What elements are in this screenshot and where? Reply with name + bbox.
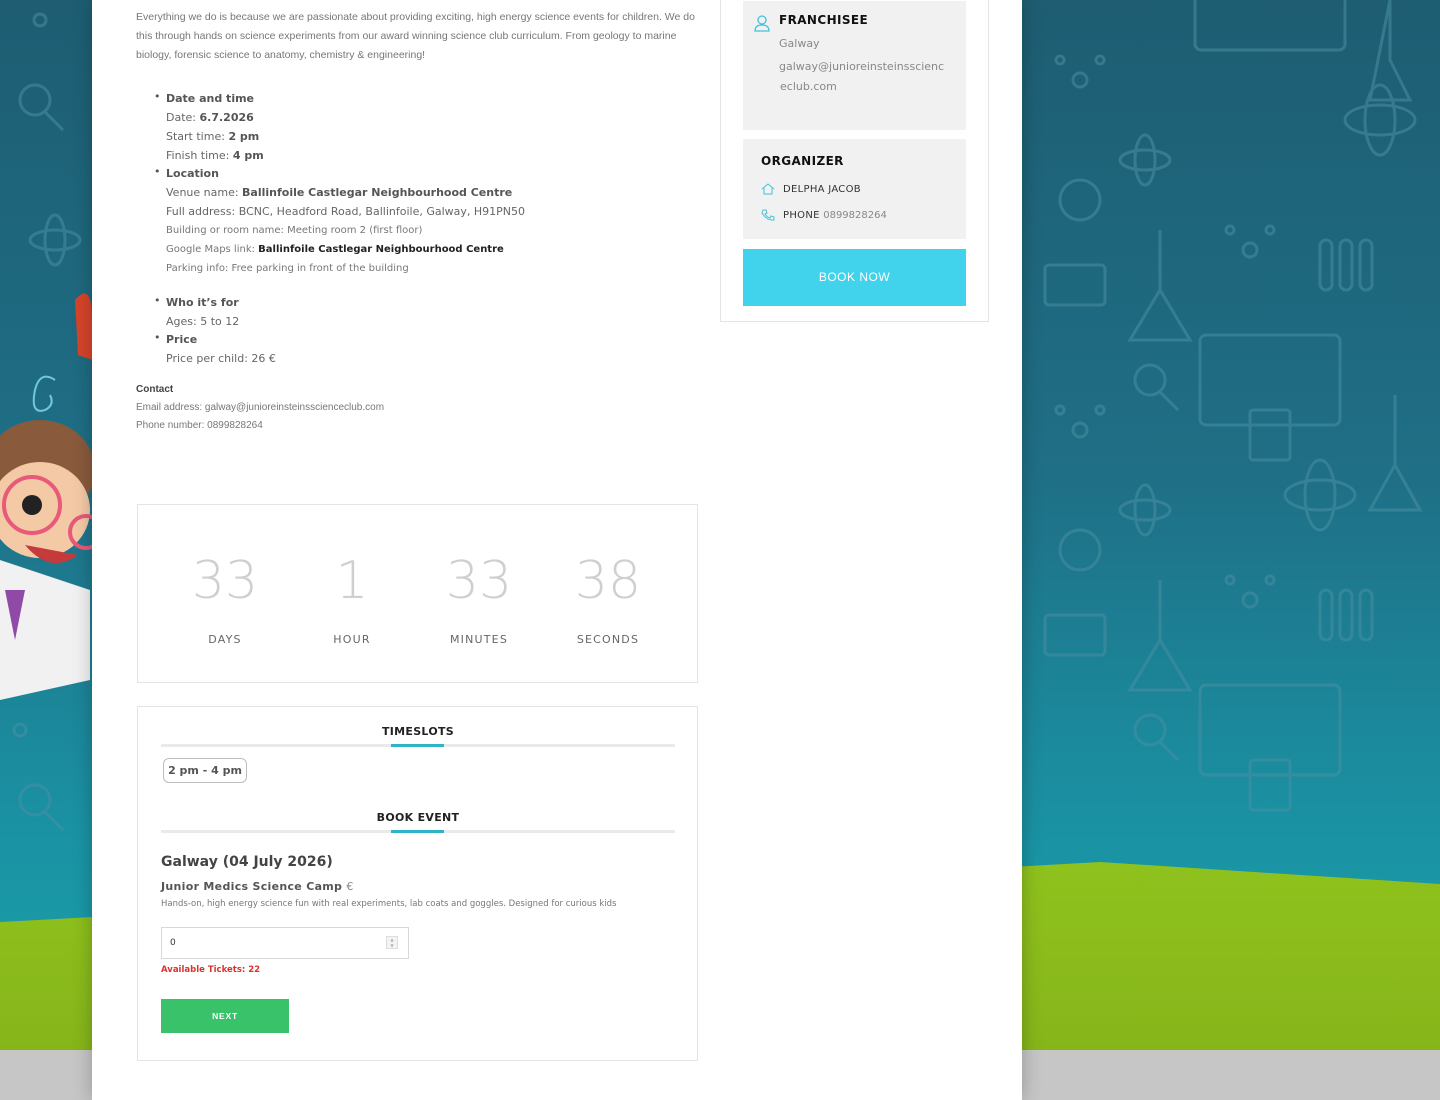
booking-panel: TIMESLOTS 2 pm - 4 pm BOOK EVENT Galway … — [137, 706, 698, 1061]
venue-value: Ballinfoile Castlegar Neighbourhood Cent… — [242, 186, 513, 199]
location-title: Location — [166, 167, 219, 180]
ticket-quantity-input[interactable]: 0 — [161, 927, 409, 959]
event-countdown: 33 DAYS 1 HOUR 33 MINUTES 38 SECONDS — [137, 504, 698, 683]
organizer-name: DELPHA JACOB — [783, 184, 861, 195]
ticket-description: Hands-on, high energy science fun with r… — [161, 899, 617, 909]
venue-label: Venue name: — [166, 186, 243, 199]
ticket-name: Junior Medics Science Camp € — [161, 880, 354, 893]
location-section: Location Venue name: Ballinfoile Castleg… — [154, 165, 674, 278]
user-icon — [754, 15, 770, 32]
timeslot-option[interactable]: 2 pm - 4 pm — [163, 758, 247, 783]
contact-email[interactable]: Email address: galway@junioreinsteinssci… — [136, 399, 384, 417]
timeslots-title: TIMESLOTS — [381, 725, 455, 738]
contact-phone[interactable]: Phone number: 0899828264 — [136, 417, 384, 435]
franchisee-email-line-2[interactable]: eclub.com — [780, 77, 837, 97]
franchisee-email-line-1[interactable]: galway@junioreinsteinsscienc — [779, 57, 944, 77]
date-value: 6.7.2026 — [199, 111, 254, 124]
organizer-title: ORGANIZER — [761, 154, 844, 168]
timeslots-divider — [161, 744, 675, 747]
parking-info: Parking info: Free parking in front of t… — [166, 263, 409, 274]
book-event-header: BOOK EVENT — [161, 811, 675, 833]
price-title: Price — [166, 333, 198, 346]
book-now-button[interactable]: BOOK NOW — [743, 249, 966, 306]
contact-title: Contact — [136, 384, 174, 395]
start-time-label: Start time: — [166, 130, 229, 143]
countdown-hours-value: 1 — [335, 551, 369, 611]
phone-label: PHONE — [783, 210, 820, 221]
book-event-title: BOOK EVENT — [376, 811, 460, 824]
book-event-divider — [161, 830, 675, 833]
franchisee-box: FRANCHISEE Galway galway@junioreinsteins… — [743, 1, 966, 130]
franchisee-city: Galway — [779, 37, 820, 50]
countdown-seconds-label: SECONDS — [576, 633, 640, 646]
maps-label: Google Maps link: — [166, 244, 259, 255]
scientist-cartoon-illustration — [0, 293, 100, 700]
countdown-days-label: DAYS — [208, 633, 242, 646]
franchisee-title: FRANCHISEE — [779, 13, 869, 27]
countdown-days: 33 DAYS — [170, 549, 280, 646]
finish-time-label: Finish time: — [166, 149, 233, 162]
phone-icon — [761, 209, 775, 221]
event-details: Date and time Date: 6.7.2026 Start time:… — [154, 90, 674, 368]
event-intro-text: Everything we do is because we are passi… — [136, 11, 695, 61]
countdown-minutes: 33 MINUTES — [424, 549, 534, 646]
room-name: Building or room name: Meeting room 2 (f… — [166, 225, 423, 236]
price-row: Price per child: 26 € — [166, 352, 276, 365]
countdown-hours-label: HOUR — [333, 633, 371, 646]
next-button[interactable]: NEXT — [161, 999, 289, 1033]
ticket-name-text: Junior Medics Science Camp — [161, 880, 343, 893]
ticket-currency: € — [346, 880, 354, 893]
home-icon — [761, 183, 775, 195]
audience-section: Who it’s for Ages: 5 to 12 — [154, 294, 674, 331]
organizer-name-row: DELPHA JACOB — [761, 183, 861, 195]
google-maps-link[interactable]: Ballinfoile Castlegar Neighbourhood Cent… — [258, 244, 504, 255]
finish-time-row: Finish time: 4 pm — [166, 146, 674, 165]
maps-row: Google Maps link: Ballinfoile Castlegar … — [166, 240, 674, 259]
countdown-days-value: 33 — [191, 551, 259, 611]
date-label: Date: — [166, 111, 200, 124]
countdown-minutes-value: 33 — [445, 551, 513, 611]
date-row: Date: 6.7.2026 — [166, 108, 674, 127]
full-address: Full address: BCNC, Headford Road, Balli… — [166, 205, 526, 218]
organizer-phone-row: PHONE 0899828264 — [761, 209, 887, 221]
event-detail-card: Everything we do is because we are passi… — [92, 0, 1022, 1100]
organizer-phone[interactable]: 0899828264 — [823, 210, 887, 221]
available-tickets: Available Tickets: 22 — [161, 965, 261, 975]
organizer-box: ORGANIZER DELPHA JACOB PHONE 0899828264 — [743, 139, 966, 239]
start-time-value: 2 pm — [228, 130, 260, 143]
datetime-title: Date and time — [166, 92, 255, 105]
timeslots-header: TIMESLOTS — [161, 725, 675, 747]
contact-section: Contact Email address: galway@junioreins… — [136, 381, 384, 435]
quantity-stepper[interactable]: ▲ ▼ — [386, 936, 398, 949]
event-title: Galway (04 July 2026) — [161, 854, 333, 870]
price-section: Price Price per child: 26 € — [154, 331, 674, 368]
venue-row: Venue name: Ballinfoile Castlegar Neighb… — [166, 183, 674, 202]
countdown-seconds-value: 38 — [574, 551, 642, 611]
countdown-seconds: 38 SECONDS — [553, 549, 663, 646]
sidebar: FRANCHISEE Galway galway@junioreinsteins… — [720, 0, 989, 322]
stepper-down-icon[interactable]: ▼ — [387, 943, 397, 949]
countdown-minutes-label: MINUTES — [449, 633, 509, 646]
audience-title: Who it’s for — [166, 296, 239, 309]
finish-time-value: 4 pm — [232, 149, 264, 162]
ages-row: Ages: 5 to 12 — [166, 315, 240, 328]
start-time-row: Start time: 2 pm — [166, 127, 674, 146]
countdown-hours: 1 HOUR — [297, 549, 407, 646]
datetime-section: Date and time Date: 6.7.2026 Start time:… — [154, 90, 674, 165]
